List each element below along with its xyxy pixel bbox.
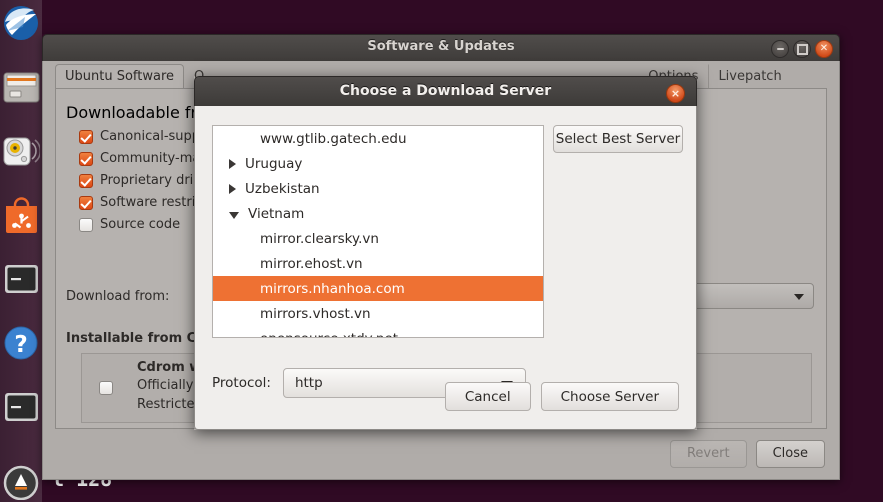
checkbox-label-restricted: Software restri xyxy=(100,195,196,210)
checkbox-proprietary-drivers[interactable] xyxy=(79,173,93,188)
desktop-screen: root@jsetc-virtual-machine:/home# ping w… xyxy=(0,0,883,502)
rhythmbox-icon[interactable] xyxy=(3,133,40,170)
svg-text:?: ? xyxy=(14,332,27,358)
protocol-value: http xyxy=(294,375,323,391)
download-server-dialog: Choose a Download Server × www.gtlib.gat… xyxy=(194,76,697,430)
software-updates-titlebar[interactable]: Software & Updates ✕ xyxy=(42,34,840,61)
checkbox-label-proprietary: Proprietary dri xyxy=(100,173,194,188)
list-item-label: mirror.clearsky.vn xyxy=(260,230,379,247)
list-item[interactable]: opensource.xtdv.net xyxy=(213,326,543,338)
protocol-label: Protocol: xyxy=(212,375,271,391)
list-item-selected[interactable]: mirrors.nhanhoa.com xyxy=(213,276,543,301)
terminal-icon[interactable] xyxy=(3,261,40,298)
checkbox-label-canonical: Canonical-supp xyxy=(100,129,201,144)
files-icon[interactable] xyxy=(3,69,40,106)
help-icon[interactable]: ? xyxy=(3,325,40,362)
chevron-down-icon[interactable] xyxy=(229,211,239,219)
list-item-label: mirrors.nhanhoa.com xyxy=(260,280,405,297)
list-item[interactable]: Uzbekistan xyxy=(213,176,543,201)
dialog-titlebar[interactable]: Choose a Download Server × xyxy=(194,76,697,106)
list-item[interactable]: mirrors.vhost.vn xyxy=(213,301,543,326)
revert-button[interactable]: Revert xyxy=(669,440,747,468)
checkbox-canonical-supported[interactable] xyxy=(79,129,93,144)
minimize-button[interactable] xyxy=(771,40,789,58)
list-item-label: mirrors.vhost.vn xyxy=(260,305,371,322)
list-item-label: mirror.ehost.vn xyxy=(260,255,363,272)
checkbox-label-community: Community-ma xyxy=(100,151,201,166)
select-best-server-button[interactable]: Select Best Server xyxy=(553,125,683,153)
close-window-button[interactable]: Close xyxy=(755,440,825,468)
list-item[interactable]: www.gtlib.gatech.edu xyxy=(213,126,543,151)
list-item[interactable]: Uruguay xyxy=(213,151,543,176)
maximize-button[interactable] xyxy=(793,40,811,58)
window-buttons: ✕ xyxy=(771,40,833,58)
checkbox-row-restricted[interactable]: Software restri xyxy=(79,195,200,210)
checkbox-source-code[interactable] xyxy=(79,217,93,232)
unity-launcher: ? xyxy=(0,0,42,502)
close-button[interactable]: ✕ xyxy=(815,40,833,58)
list-item[interactable]: Vietnam xyxy=(213,201,543,226)
dialog-close-icon[interactable]: × xyxy=(666,84,685,103)
tab-livepatch[interactable]: Livepatch xyxy=(708,64,791,90)
checkbox-community-maintained[interactable] xyxy=(79,151,93,166)
checkbox-label-source-code: Source code xyxy=(100,217,181,232)
list-item-label: Uruguay xyxy=(245,155,303,172)
ubuntu-software-icon[interactable] xyxy=(3,197,40,234)
tab-ubuntu-software[interactable]: Ubuntu Software xyxy=(55,64,185,90)
list-item-label: Vietnam xyxy=(248,205,305,222)
installable-from-cdrom-heading: Installable from C xyxy=(66,331,197,346)
downloadable-from-heading: Downloadable fro xyxy=(66,103,207,122)
system-settings-icon[interactable] xyxy=(3,463,40,500)
checkbox-software-restricted[interactable] xyxy=(79,195,93,210)
dialog-title: Choose a Download Server xyxy=(339,83,552,99)
window-footer-buttons: Revert Close xyxy=(669,440,825,468)
choose-server-button[interactable]: Choose Server xyxy=(540,382,679,411)
list-item-label: opensource.xtdv.net xyxy=(260,331,398,338)
checkbox-row-source-code[interactable]: Source code xyxy=(79,217,200,232)
chevron-right-icon[interactable] xyxy=(229,183,236,194)
software-updates-title: Software & Updates xyxy=(367,39,515,54)
list-item[interactable]: mirror.ehost.vn xyxy=(213,251,543,276)
cancel-button[interactable]: Cancel xyxy=(444,382,531,411)
download-from-label: Download from: xyxy=(66,289,170,304)
list-item-label: www.gtlib.gatech.edu xyxy=(260,130,407,147)
thunderbird-icon[interactable] xyxy=(3,5,40,42)
terminal-icon-2[interactable] xyxy=(3,389,40,426)
checkbox-cdrom[interactable] xyxy=(99,381,113,395)
checkbox-row-proprietary[interactable]: Proprietary dri xyxy=(79,173,200,188)
server-list[interactable]: www.gtlib.gatech.edu Uruguay Uzbekistan … xyxy=(212,125,544,338)
list-item[interactable]: mirror.clearsky.vn xyxy=(213,226,543,251)
checkbox-row-community[interactable]: Community-ma xyxy=(79,151,200,166)
checkbox-row-canonical[interactable]: Canonical-supp xyxy=(79,129,200,144)
chevron-right-icon[interactable] xyxy=(229,158,236,169)
dialog-body: www.gtlib.gatech.edu Uruguay Uzbekistan … xyxy=(194,106,697,430)
dialog-buttons: Cancel Choose Server xyxy=(444,382,679,411)
chevron-down-icon xyxy=(794,294,804,300)
list-item-label: Uzbekistan xyxy=(245,180,320,197)
